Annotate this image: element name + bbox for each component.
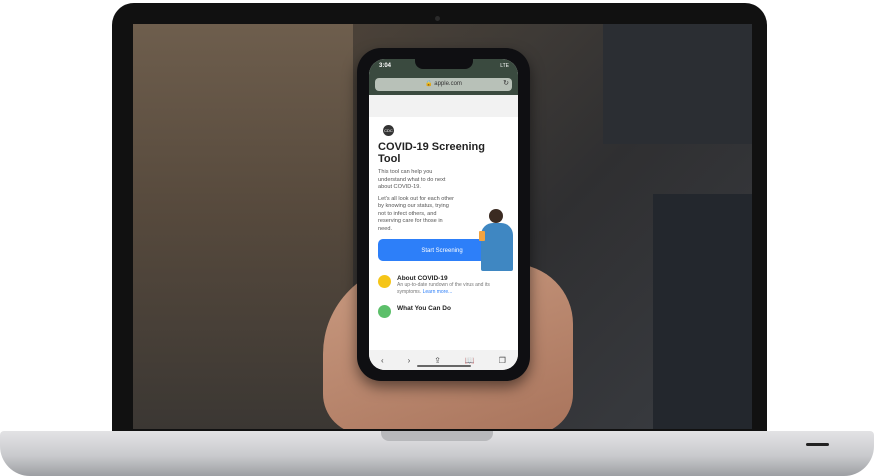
status-time: 3:04	[379, 63, 392, 69]
back-icon[interactable]: ‹	[381, 356, 384, 365]
phone-screen: 3:04 LTE 🔒 apple.com ↻ CDC COVID-19 Scre…	[369, 59, 518, 370]
browser-header: 🔒 apple.com ↻	[369, 75, 518, 95]
reload-icon[interactable]: ↻	[503, 79, 509, 87]
learn-more-link[interactable]: Learn more...	[423, 289, 453, 295]
power-indicator	[806, 443, 829, 446]
forward-icon[interactable]: ›	[408, 356, 411, 365]
background-blur	[653, 194, 752, 429]
url-text: apple.com	[434, 81, 462, 87]
cdc-logo-icon: CDC	[383, 124, 394, 136]
browser-toolbar: ‹ › ⇪ 📖 ❐	[369, 350, 518, 370]
item-desc: An up-to-date rundown of the virus and i…	[397, 282, 490, 295]
page-content: CDC COVID-19 Screening Tool This tool ca…	[369, 117, 518, 324]
item-title: What You Can Do	[397, 305, 451, 312]
status-signal: LTE	[500, 63, 509, 69]
list-item[interactable]: What You Can Do	[378, 305, 509, 318]
phone: 3:04 LTE 🔒 apple.com ↻ CDC COVID-19 Scre…	[357, 48, 530, 381]
status-bar: 3:04 LTE	[369, 59, 518, 75]
url-bar[interactable]: 🔒 apple.com	[375, 78, 512, 91]
what-you-can-do-icon	[378, 305, 391, 318]
tabs-icon[interactable]: ❐	[499, 356, 506, 365]
webcam	[435, 16, 440, 21]
about-covid-icon	[378, 275, 391, 288]
item-title: About COVID-19	[397, 275, 448, 282]
laptop-screen: 3:04 LTE 🔒 apple.com ↻ CDC COVID-19 Scre…	[133, 24, 752, 429]
person-illustration	[477, 209, 515, 273]
home-indicator	[417, 365, 471, 367]
bookmarks-icon[interactable]: 📖	[465, 356, 475, 365]
logos: CDC	[378, 123, 509, 137]
intro-text: This tool can help you understand what t…	[378, 169, 446, 190]
background-blur	[133, 24, 353, 429]
page-title: COVID-19 Screening Tool	[378, 141, 485, 165]
share-icon[interactable]: ⇪	[434, 356, 441, 365]
list-item[interactable]: About COVID-19 An up-to-date rundown of …	[378, 275, 509, 295]
background-blur	[603, 24, 752, 144]
phone-notch	[415, 59, 473, 69]
apple-nav	[369, 95, 518, 117]
lock-icon: 🔒	[425, 81, 433, 87]
body-text: Let's all look out for each other by kno…	[378, 195, 455, 232]
laptop-opening-notch	[381, 431, 493, 441]
